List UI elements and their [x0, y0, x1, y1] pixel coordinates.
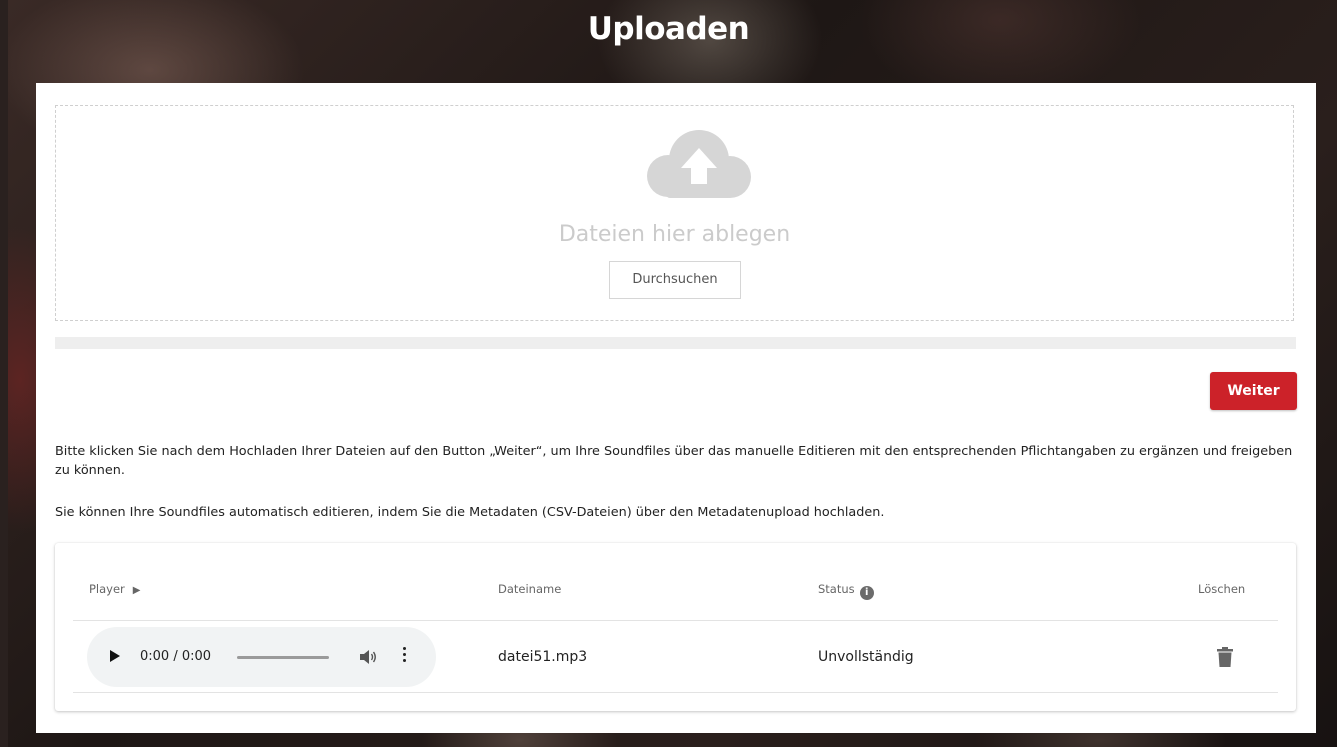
info-icon[interactable]: i: [859, 586, 874, 600]
volume-icon[interactable]: [359, 649, 377, 665]
dropzone-text: Dateien hier ablegen: [558, 222, 791, 247]
upload-card: Dateien hier ablegen Durchsuchen Weiter …: [36, 83, 1316, 733]
row-divider: [73, 692, 1278, 693]
play-icon[interactable]: ▶: [133, 583, 141, 599]
audio-seek-bar[interactable]: [237, 656, 329, 659]
upload-progress-bar: [55, 337, 1296, 349]
header-divider: [73, 620, 1278, 621]
status-cell: Unvollständig: [818, 649, 914, 665]
column-header-filename: Dateiname: [498, 582, 562, 596]
info-text-metadata: Sie können Ihre Soundfiles automatisch e…: [55, 505, 885, 520]
info-text-next: Bitte klicken Sie nach dem Hochladen Ihr…: [55, 444, 1293, 478]
cloud-upload-icon: [647, 130, 751, 198]
column-header-delete: Löschen: [1198, 582, 1246, 596]
filename-cell: datei51.mp3: [498, 649, 588, 665]
trash-icon[interactable]: [1217, 647, 1233, 667]
more-options-icon[interactable]: [401, 647, 407, 667]
audio-player[interactable]: 0:00 / 0:00: [87, 627, 436, 687]
column-header-status-label: Status: [818, 582, 855, 596]
browse-button[interactable]: Durchsuchen: [609, 261, 741, 299]
page-edge: [0, 0, 8, 747]
next-button[interactable]: Weiter: [1210, 372, 1297, 410]
column-header-player: Player ▶: [89, 581, 141, 599]
play-icon[interactable]: [110, 650, 120, 662]
page-title: Uploaden: [587, 11, 750, 47]
column-header-status: Status i: [818, 581, 874, 600]
files-table: Player ▶ Dateiname Status i Löschen 0:00 /…: [55, 543, 1296, 711]
file-dropzone[interactable]: Dateien hier ablegen Durchsuchen: [55, 105, 1294, 321]
column-header-player-label: Player: [89, 582, 125, 596]
audio-time: 0:00 / 0:00: [140, 649, 212, 664]
